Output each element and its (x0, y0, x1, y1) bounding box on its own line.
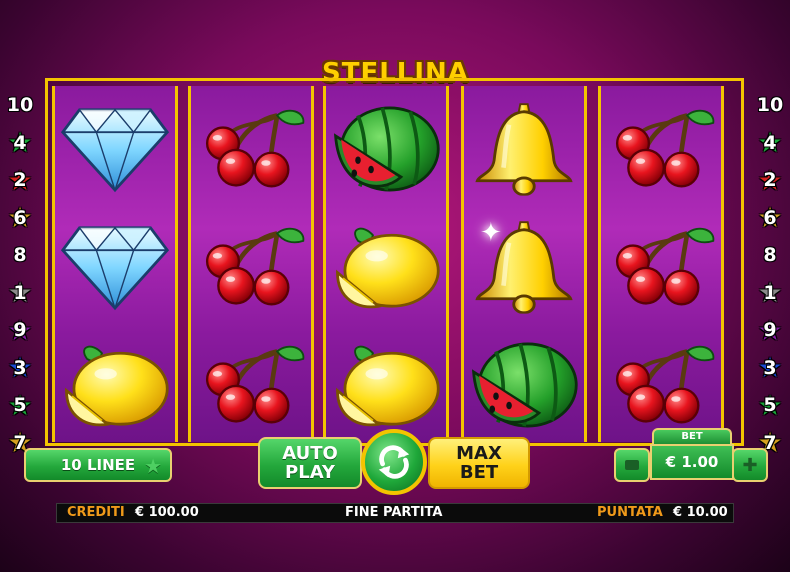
credits-label: CREDITI (67, 505, 125, 520)
payline-right-10[interactable]: 10 (753, 93, 787, 117)
reel-4-symbol-bell-icon (464, 90, 584, 208)
reel-5-symbol-cherries-icon (601, 90, 721, 208)
payline-left-5[interactable]: 5 (3, 389, 37, 422)
payline-left-6[interactable]: 6 (3, 201, 37, 234)
maxbet-label-line1: MAX (456, 443, 502, 464)
maxbet-label-line2: BET (459, 462, 499, 483)
reel-4 (461, 86, 587, 442)
spin-button[interactable] (361, 429, 427, 495)
reel-1 (52, 86, 178, 442)
reel-4-symbol-watermelon-icon (464, 326, 584, 444)
reel-5-symbol-cherries-icon (601, 208, 721, 326)
reel-3-symbol-lemon-icon (326, 208, 446, 326)
reel-1-symbol-lemon-icon (55, 326, 175, 444)
payline-left-2[interactable]: 2 (3, 164, 37, 197)
minus-icon (625, 460, 639, 470)
refresh-icon (378, 445, 410, 479)
bet-value-display: € 1.00 (650, 444, 734, 480)
star-icon: ★ (144, 454, 162, 478)
bet-caption: BET (681, 431, 703, 442)
reel-3-symbol-watermelon-icon (326, 90, 446, 208)
maxbet-button[interactable]: MAX BET (428, 437, 530, 489)
reel-1-symbol-diamond-icon (55, 208, 175, 326)
reel-5 (598, 86, 724, 442)
payline-right-1[interactable]: 1 (753, 276, 787, 309)
payline-right-5[interactable]: 5 (753, 389, 787, 422)
stake-value: € 10.00 (673, 505, 728, 520)
plus-icon: ✚ (742, 454, 758, 476)
payline-right-3[interactable]: 3 (753, 351, 787, 384)
reel-3-symbol-lemon-icon (326, 326, 446, 444)
payline-right-6[interactable]: 6 (753, 201, 787, 234)
sparkle-effect: ✦ (480, 218, 502, 248)
bet-increase-button[interactable]: ✚ (732, 448, 768, 482)
payline-left-4[interactable]: 4 (3, 126, 37, 159)
lines-button[interactable]: 10 LINEE ★ (24, 448, 172, 482)
payline-left-8[interactable]: 8 (3, 243, 37, 267)
credits-value: € 100.00 (135, 505, 199, 520)
reel-2-symbol-cherries-icon (191, 326, 311, 444)
reel-5-symbol-cherries-icon (601, 326, 721, 444)
autoplay-button[interactable]: AUTO PLAY (258, 437, 362, 489)
payline-left-9[interactable]: 9 (3, 314, 37, 347)
payline-right-8[interactable]: 8 (753, 243, 787, 267)
reel-2-symbol-cherries-icon (191, 90, 311, 208)
payline-right-4[interactable]: 4 (753, 126, 787, 159)
reel-1-symbol-diamond-icon (55, 90, 175, 208)
payline-left-10[interactable]: 10 (3, 93, 37, 117)
payline-right-2[interactable]: 2 (753, 164, 787, 197)
stake-label: PUNTATA (597, 505, 663, 520)
status-bar: CREDITI € 100.00 FINE PARTITA PUNTATA € … (56, 503, 734, 523)
autoplay-label-line1: AUTO (282, 443, 338, 464)
lines-label: 10 LINEE (60, 456, 136, 474)
bet-decrease-button[interactable] (614, 448, 650, 482)
status-message: FINE PARTITA (345, 505, 443, 520)
autoplay-label-line2: PLAY (285, 462, 335, 483)
payline-left-3[interactable]: 3 (3, 351, 37, 384)
reel-2-symbol-cherries-icon (191, 208, 311, 326)
bet-value: € 1.00 (665, 453, 719, 471)
payline-right-9[interactable]: 9 (753, 314, 787, 347)
reel-3 (323, 86, 449, 442)
reel-2 (188, 86, 314, 442)
bet-caption-tab: BET (652, 428, 732, 444)
payline-left-1[interactable]: 1 (3, 276, 37, 309)
